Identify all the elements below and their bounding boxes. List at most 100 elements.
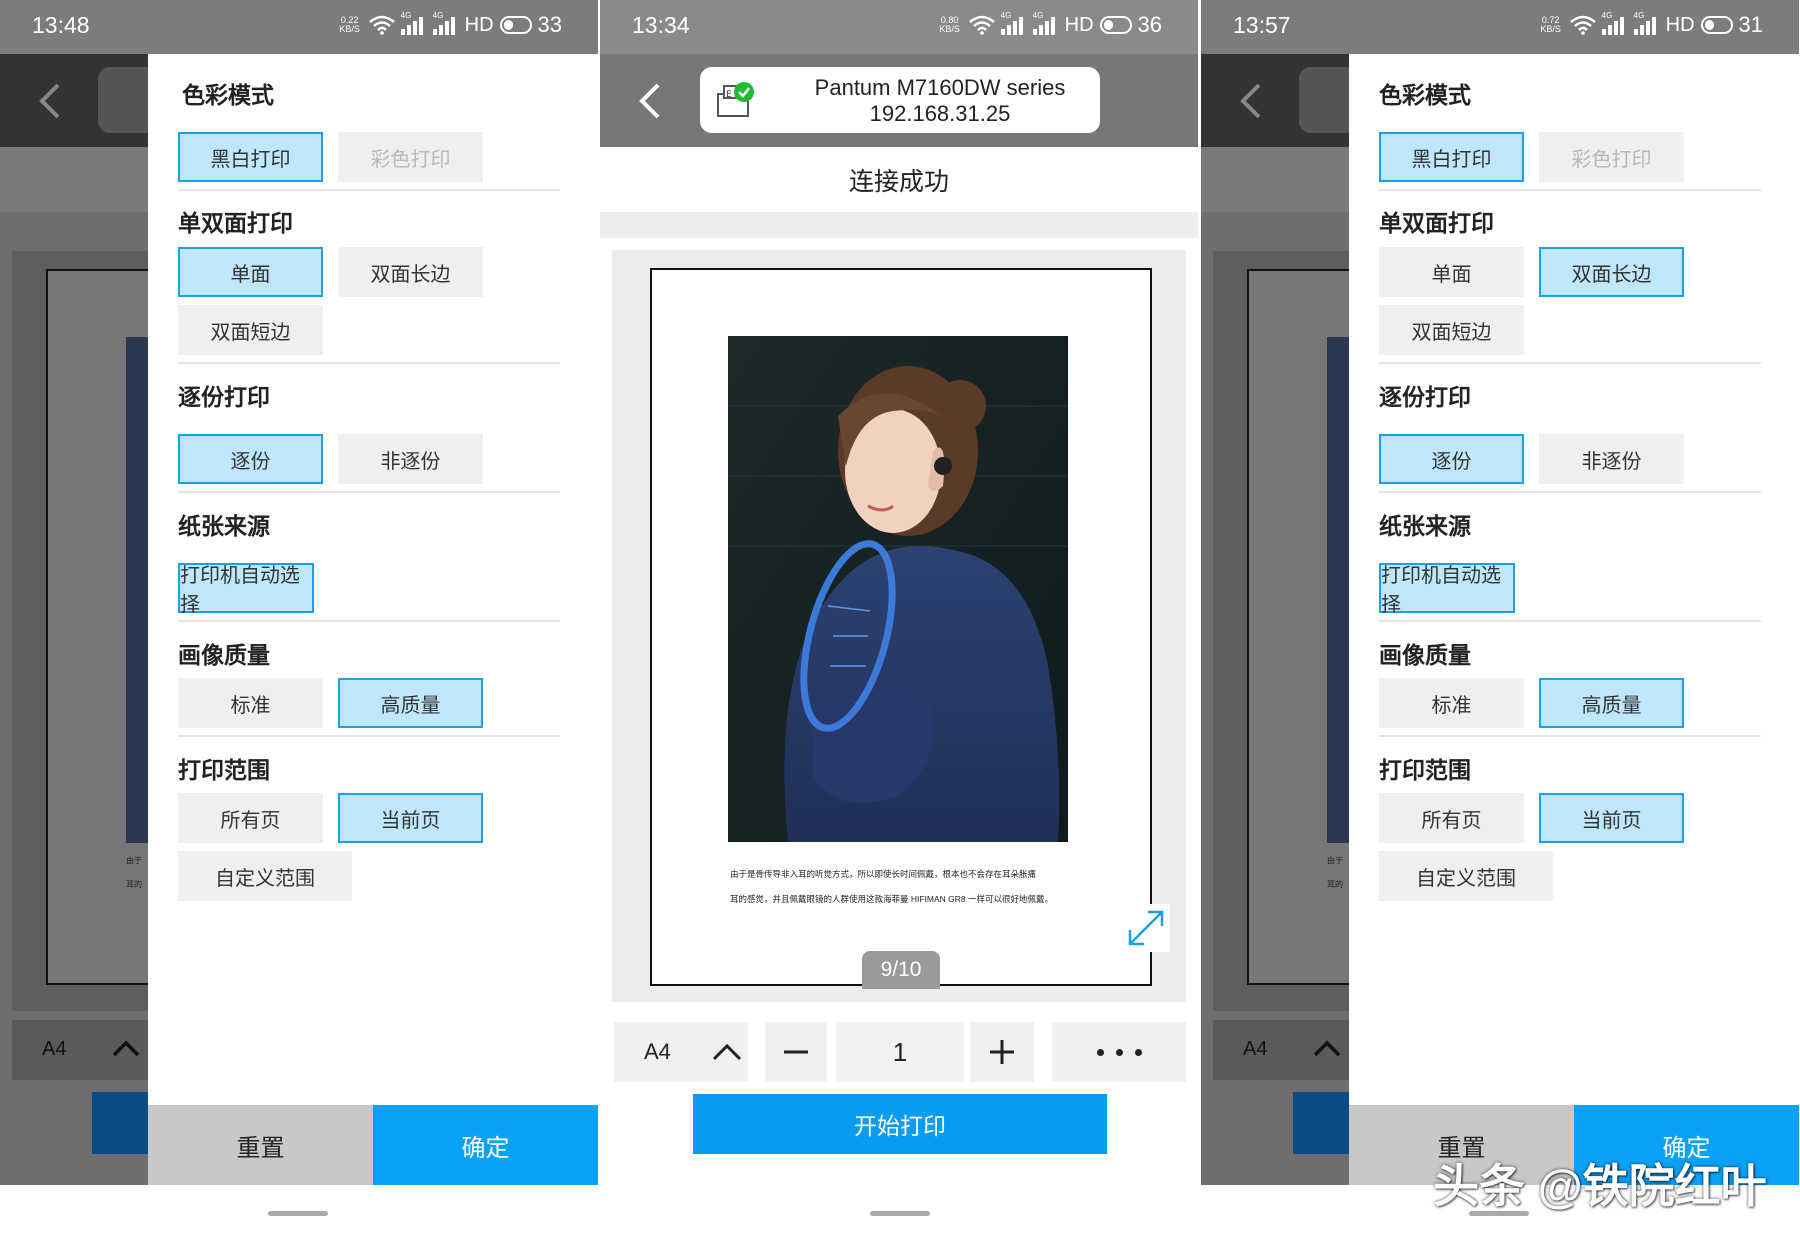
expand-icon[interactable] [1122,904,1170,952]
divider [178,362,560,364]
signal-icon: 4G [400,11,427,35]
status-time: 13:57 [1233,12,1291,38]
reset-button[interactable]: 重置 [148,1105,373,1185]
option-bw-print[interactable]: 黑白打印 [178,132,323,182]
plus-icon [990,1040,1014,1064]
option-custom-range[interactable]: 自定义范围 [1379,851,1553,901]
start-print-button[interactable]: 开始打印 [693,1094,1107,1154]
option-standard-quality[interactable]: 标准 [178,678,323,728]
caption-line-2: 耳的感觉，并且佩戴眼镜的人群使用这款海菲曼 HIFIMAN GR8 一样可以很好… [730,894,1054,904]
phone-screen-1: 13:48 0.22 KB/S 4G 4G HD 33 由于 耳的 A4 色彩模式… [0,0,598,1240]
section-title-duplex: 单双面打印 [178,210,293,236]
battery-icon [499,16,532,34]
signal-icon: 4G [1000,11,1027,35]
option-long-edge[interactable]: 双面长边 [338,247,483,297]
paper-size-selector[interactable]: A4 [614,1022,748,1082]
printer-ip: 192.168.31.25 [869,101,1011,126]
photo-preview [126,337,150,843]
option-single-side[interactable]: 单面 [1379,247,1524,297]
wifi-icon [968,15,995,35]
wifi-icon [368,15,395,35]
battery-icon [1700,16,1733,34]
option-long-edge[interactable]: 双面长边 [1539,247,1684,297]
more-icon[interactable] [1052,1022,1186,1082]
app-header: E Pantum M7160DW series 192.168.31.25 [600,54,1198,147]
net-speed: 0.80 KB/S [939,15,960,34]
increase-copies-button[interactable] [970,1022,1034,1082]
minus-icon [784,1050,808,1054]
section-title-quality: 画像质量 [1379,642,1471,668]
signal-icon: 4G [1032,11,1059,35]
divider [1379,620,1761,622]
panel-footer: 重置 确定 [148,1105,598,1185]
net-speed: 0.72 KB/S [1540,15,1561,34]
option-high-quality[interactable]: 高质量 [1539,678,1684,728]
divider [1379,735,1761,737]
hd-indicator: HD [1064,13,1094,36]
status-bar: 13:34 0.80 KB/S 4G 4G HD 36 [600,0,1198,54]
section-title-quality: 画像质量 [178,642,270,668]
back-icon[interactable] [36,82,62,120]
watermark: 头条 @铁院红叶 [1433,1160,1767,1212]
home-indicator[interactable] [268,1211,328,1216]
battery-icon [1099,16,1132,34]
option-all-pages[interactable]: 所有页 [178,793,323,843]
decrease-copies-button[interactable] [765,1022,827,1082]
net-speed: 0.22 KB/S [339,15,360,34]
option-short-edge[interactable]: 双面短边 [178,305,323,355]
chevron-up-icon [112,1040,140,1057]
chevron-up-icon [712,1043,742,1061]
option-single-side[interactable]: 单面 [178,247,323,297]
section-title-duplex: 单双面打印 [1379,210,1494,236]
option-short-edge[interactable]: 双面短边 [1379,305,1524,355]
option-high-quality[interactable]: 高质量 [338,678,483,728]
status-time: 13:48 [32,12,90,38]
section-title-paper-source: 纸张来源 [1379,513,1471,539]
section-title-color-mode: 色彩模式 [182,82,274,108]
option-custom-range[interactable]: 自定义范围 [178,851,352,901]
status-icons: 0.80 KB/S 4G 4G HD 36 [937,11,1162,38]
photo-preview [728,336,1068,842]
option-color-print[interactable]: 彩色打印 [338,132,483,182]
section-title-range: 打印范围 [178,757,270,783]
option-auto-select[interactable]: 打印机自动选择 [178,563,314,616]
phone-screen-3: 13:57 0.72 KB/S 4G 4G HD 31 由于 耳的 A4 色彩模式… [1201,0,1799,1240]
option-color-print[interactable]: 彩色打印 [1539,132,1684,182]
option-auto-select[interactable]: 打印机自动选择 [1379,563,1515,616]
option-current-page[interactable]: 当前页 [1539,793,1684,843]
print-settings-panel: 色彩模式 黑白打印 彩色打印 单双面打印 单面 双面长边 双面短边 逐份打印 逐… [1349,54,1799,1185]
svg-text:E: E [726,90,732,100]
option-no-collate[interactable]: 非逐份 [1539,434,1684,484]
copies-count[interactable]: 1 [836,1022,964,1082]
option-collate[interactable]: 逐份 [1379,434,1524,484]
divider [178,735,560,737]
divider [1379,491,1761,493]
section-title-color-mode: 色彩模式 [1379,82,1471,108]
start-print-button-dimmed [1293,1092,1353,1154]
option-current-page[interactable]: 当前页 [338,793,483,843]
confirm-button[interactable]: 确定 [373,1105,598,1185]
status-icons: 0.22 KB/S 4G 4G HD 33 [337,11,562,38]
home-indicator[interactable] [870,1211,930,1216]
printer-card[interactable]: E Pantum M7160DW series 192.168.31.25 [700,67,1100,133]
battery-level: 33 [537,12,562,37]
divider [1379,362,1761,364]
option-standard-quality[interactable]: 标准 [1379,678,1524,728]
back-icon[interactable] [636,82,662,120]
back-icon[interactable] [1237,82,1263,120]
battery-level: 31 [1738,12,1763,37]
status-icons: 0.72 KB/S 4G 4G HD 31 [1538,11,1763,38]
option-all-pages[interactable]: 所有页 [1379,793,1524,843]
section-title-collate: 逐份打印 [178,384,270,410]
photo-preview [1327,337,1351,843]
divider [178,620,560,622]
option-bw-print[interactable]: 黑白打印 [1379,132,1524,182]
hd-indicator: HD [464,13,494,36]
status-bar: 13:57 0.72 KB/S 4G 4G HD 31 [1201,0,1799,54]
option-collate[interactable]: 逐份 [178,434,323,484]
hd-indicator: HD [1665,13,1695,36]
section-title-range: 打印范围 [1379,757,1471,783]
chevron-up-icon [1313,1040,1341,1057]
option-no-collate[interactable]: 非逐份 [338,434,483,484]
connection-status: 连接成功 [600,147,1198,212]
